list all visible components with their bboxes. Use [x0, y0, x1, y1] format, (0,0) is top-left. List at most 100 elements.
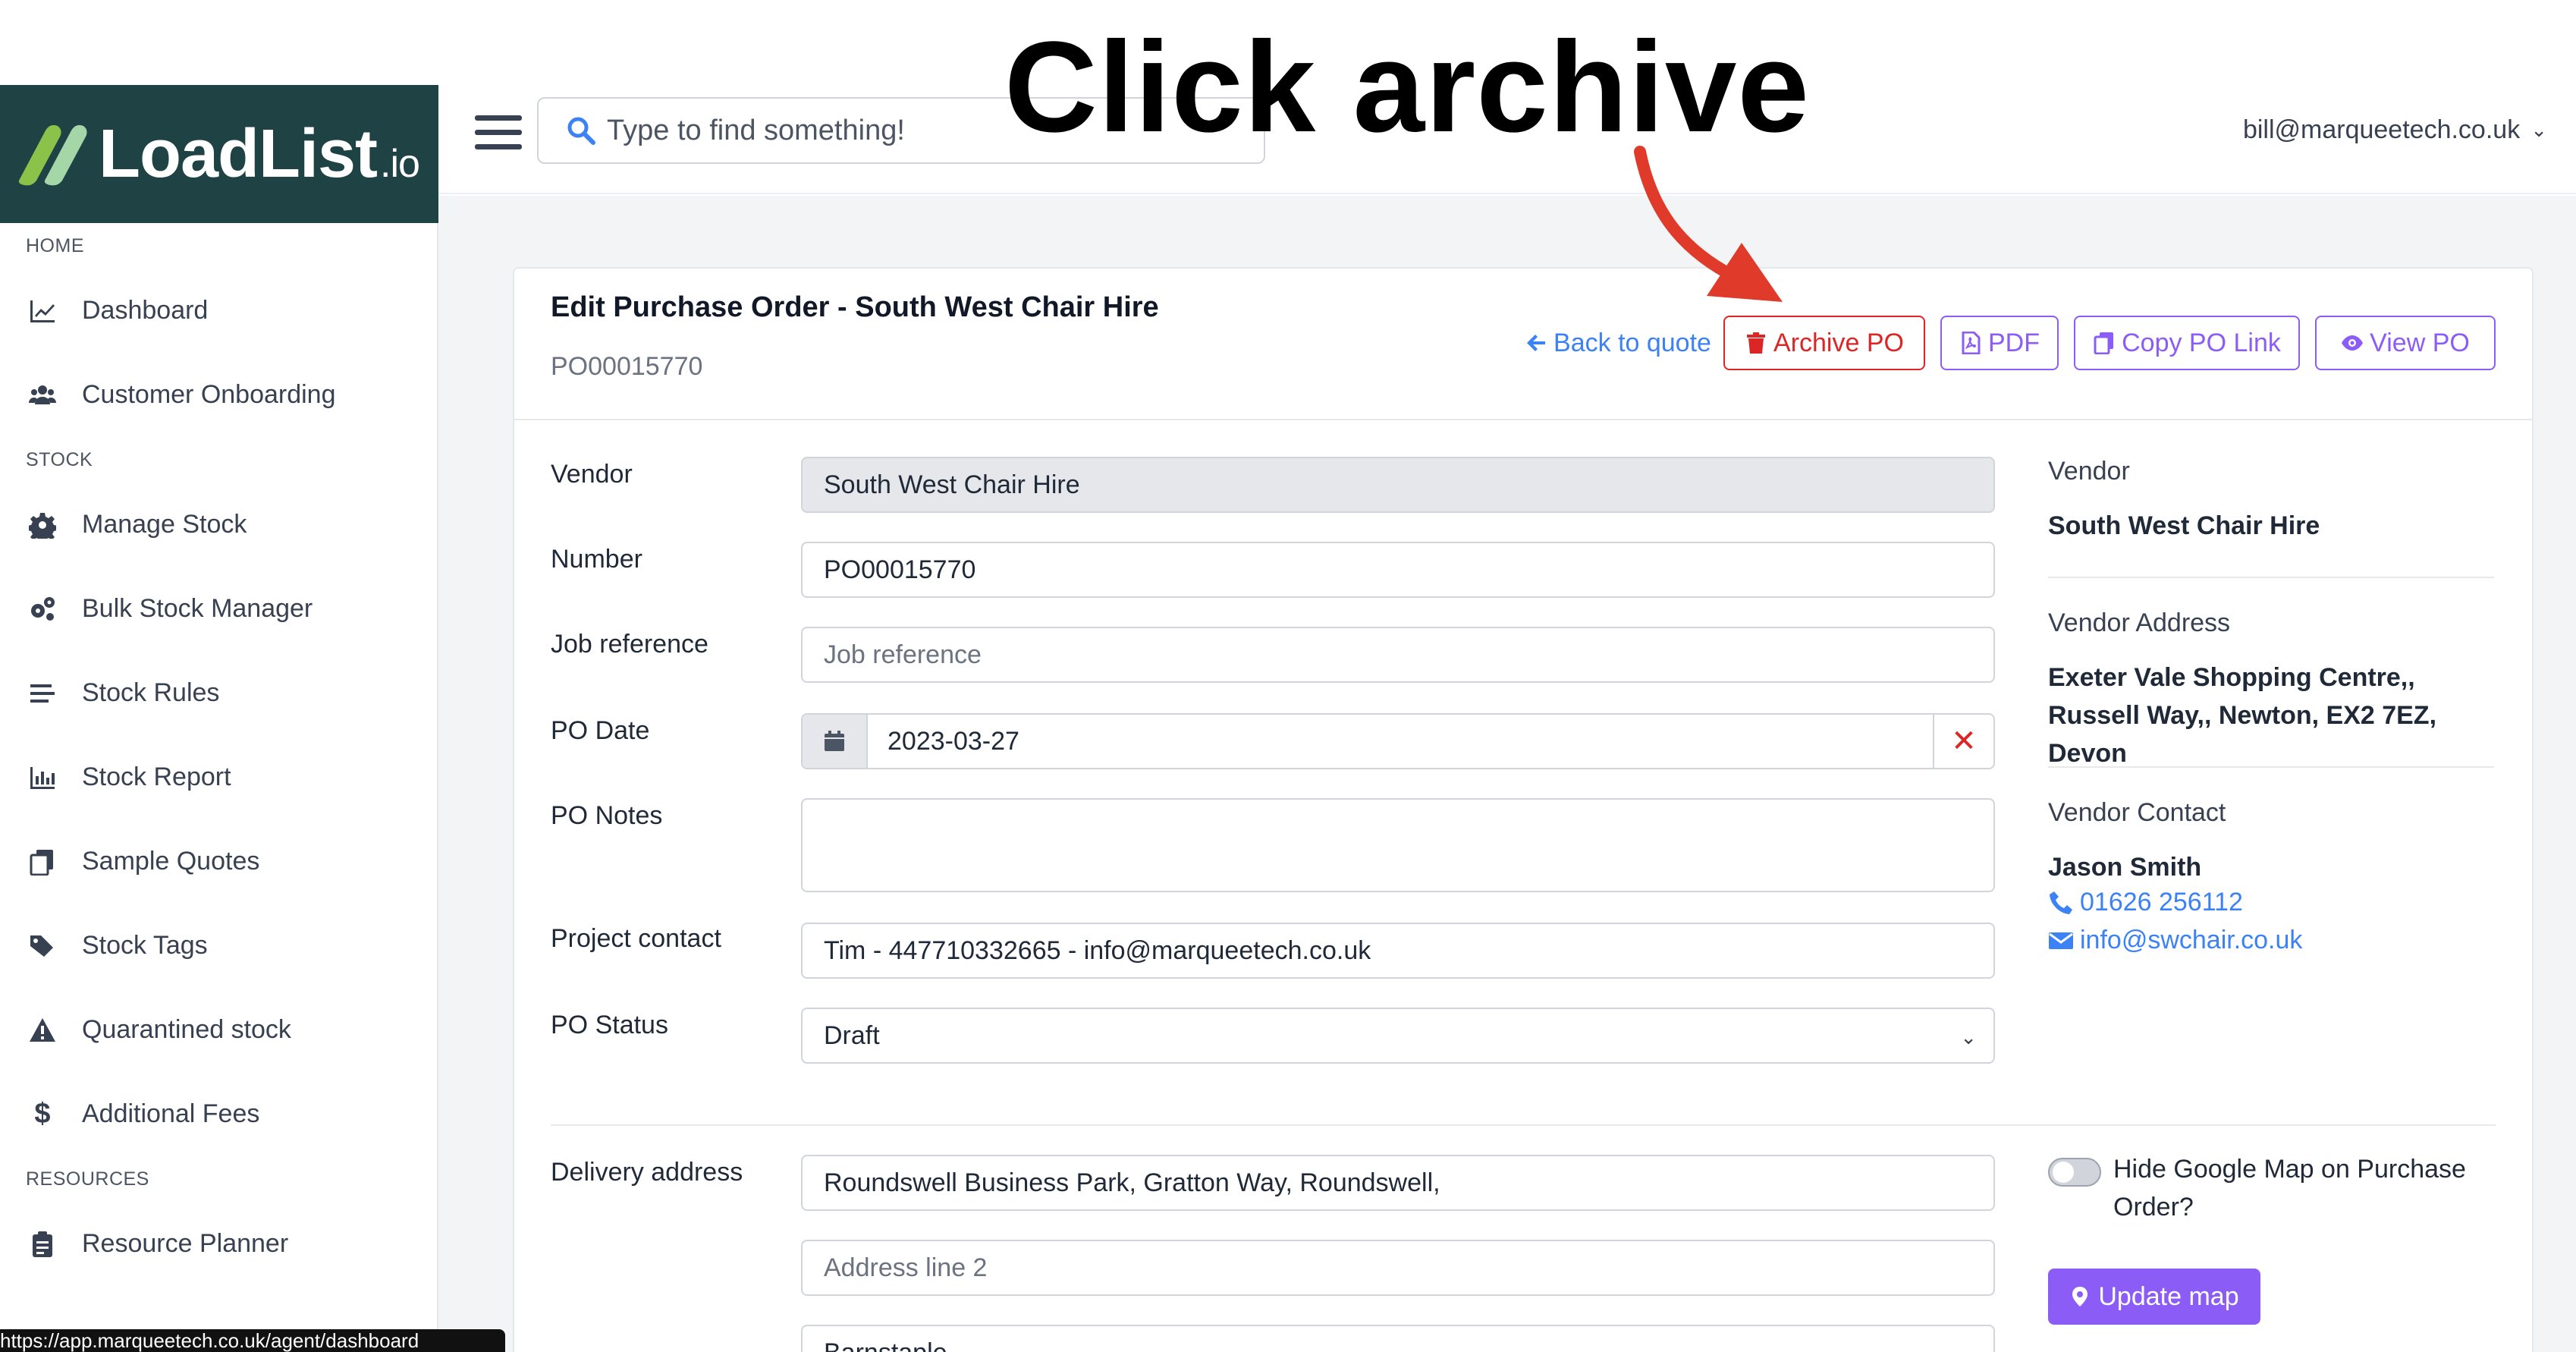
copy-po-link-button[interactable]: Copy PO Link [2074, 316, 2300, 370]
number-field[interactable]: PO00015770 [801, 542, 1995, 598]
project-contact-field[interactable]: Tim - 447710332665 - info@marqueetech.co… [801, 923, 1995, 979]
address-line-1-field[interactable]: Roundswell Business Park, Gratton Way, R… [801, 1155, 1995, 1211]
back-to-quote-button[interactable]: Back to quote [1523, 316, 1713, 370]
copy-icon [26, 845, 59, 879]
archive-po-label: Archive PO [1773, 328, 1904, 357]
sidebar-item-resource-planner[interactable]: Resource Planner [0, 1202, 438, 1286]
sidebar-item-quarantined-stock[interactable]: Quarantined stock [0, 988, 438, 1072]
sidebar-item-label: Additional Fees [82, 1099, 260, 1128]
po-status-value: Draft [824, 1020, 880, 1050]
job-reference-label: Job reference [551, 630, 708, 659]
sidebar-item-manage-stock[interactable]: Manage Stock [0, 483, 438, 567]
vendor-address-label: Vendor Address [2048, 608, 2231, 637]
red-arrow-icon [1634, 146, 1783, 302]
update-map-button[interactable]: Update map [2048, 1269, 2260, 1325]
calendar-icon[interactable] [803, 715, 868, 768]
vendor-email-link[interactable]: info@swchair.co.uk [2048, 926, 2302, 955]
users-icon [26, 379, 59, 412]
search-icon [567, 117, 595, 145]
sidebar-item-label: Sample Quotes [82, 847, 260, 876]
vendor-panel-divider [2048, 577, 2494, 578]
po-status-label: PO Status [551, 1011, 668, 1039]
arrow-left-icon [1527, 335, 1546, 351]
user-menu[interactable]: bill@marqueetech.co.uk ⌄ [2243, 115, 2547, 145]
logo-text: LoadList.io [99, 115, 420, 192]
browser-status-url: https://app.marqueetech.co.uk/agent/dash… [0, 1329, 505, 1352]
chevron-down-icon: ⌄ [2530, 118, 2547, 141]
logo[interactable]: LoadList.io [0, 85, 438, 223]
sidebar-item-customer-onboarding[interactable]: Customer Onboarding [0, 353, 438, 437]
gears-icon [26, 593, 59, 626]
job-reference-field[interactable]: Job reference [801, 627, 1995, 683]
clear-date-icon[interactable]: ✕ [1933, 715, 1993, 768]
delivery-address-label: Delivery address [551, 1158, 743, 1187]
file-pdf-icon [1962, 332, 1981, 354]
hamburger-menu-icon[interactable] [475, 115, 522, 153]
po-date-field[interactable]: 2023-03-27 ✕ [801, 713, 1995, 769]
pdf-label: PDF [1988, 328, 2040, 357]
view-po-button[interactable]: View PO [2315, 316, 2496, 370]
po-notes-field[interactable] [801, 798, 1995, 892]
warning-icon [26, 1014, 59, 1047]
chevron-down-icon: ⌄ [1960, 1026, 1977, 1049]
eye-icon [2342, 335, 2364, 351]
po-date-label: PO Date [551, 716, 650, 745]
sidebar-item-label: Stock Report [82, 762, 231, 791]
sidebar: LoadList.io HOME Dashboard Customer Onbo… [0, 85, 438, 1352]
view-po-label: View PO [2370, 328, 2470, 357]
vendor-contact-label: Vendor Contact [2048, 798, 2226, 827]
vendor-address-value: Exeter Vale Shopping Centre,, Russell Wa… [2048, 663, 2437, 768]
sidebar-item-label: Resource Planner [82, 1229, 289, 1258]
sidebar-item-stock-rules[interactable]: Stock Rules [0, 651, 438, 735]
sidebar-item-label: Customer Onboarding [82, 380, 336, 409]
project-contact-label: Project contact [551, 924, 721, 953]
sidebar-item-stock-report[interactable]: Stock Report [0, 735, 438, 819]
hide-google-map-toggle[interactable] [2048, 1158, 2101, 1187]
city-field[interactable]: Barnstaple [801, 1325, 1995, 1352]
vendor-phone-text: 01626 256112 [2080, 888, 2243, 917]
vendor-email-text: info@swchair.co.uk [2080, 926, 2303, 954]
sidebar-item-label: Dashboard [82, 296, 209, 325]
address-line-2-field[interactable]: Address line 2 [801, 1240, 1995, 1296]
user-email: bill@marqueetech.co.uk [2242, 115, 2521, 144]
archive-po-button[interactable]: Archive PO [1723, 316, 1925, 370]
page-title: Edit Purchase Order - South West Chair H… [551, 291, 1159, 323]
card-header: Edit Purchase Order - South West Chair H… [514, 269, 2532, 420]
vendor-panel-vendor-label: Vendor [2048, 457, 2130, 486]
dollar-icon: $ [34, 1098, 51, 1130]
vendor-panel-divider [2048, 766, 2494, 768]
number-label: Number [551, 545, 642, 574]
pdf-button[interactable]: PDF [1940, 316, 2059, 370]
envelope-icon [2049, 932, 2073, 949]
sidebar-item-label: Manage Stock [82, 510, 247, 539]
sidebar-item-sample-quotes[interactable]: Sample Quotes [0, 819, 438, 904]
copy-icon [2094, 332, 2114, 354]
section-resources: RESOURCES [26, 1168, 149, 1190]
lines-icon [26, 677, 59, 710]
chart-line-icon [26, 294, 59, 328]
sidebar-item-label: Stock Rules [82, 678, 220, 707]
section-divider [551, 1124, 2496, 1126]
sidebar-item-bulk-stock-manager[interactable]: Bulk Stock Manager [0, 567, 438, 651]
sidebar-item-dashboard[interactable]: Dashboard [0, 269, 438, 353]
vendor-label: Vendor [551, 460, 633, 489]
po-date-value: 2023-03-27 [887, 726, 1019, 756]
instruction-banner: Click archive [1004, 15, 1810, 159]
back-to-quote-label: Back to quote [1553, 328, 1711, 357]
sidebar-item-stock-tags[interactable]: Stock Tags [0, 904, 438, 988]
po-status-select[interactable]: Draft ⌄ [801, 1008, 1995, 1064]
bar-chart-icon [26, 761, 59, 794]
vendor-panel-vendor-name: South West Chair Hire [2048, 511, 2320, 540]
tags-icon [26, 929, 59, 963]
sidebar-item-additional-fees[interactable]: $ Additional Fees [0, 1072, 438, 1156]
sidebar-nav: HOME Dashboard Customer Onboarding STOCK… [0, 223, 438, 1286]
sidebar-item-label: Quarantined stock [82, 1015, 291, 1044]
phone-icon [2050, 891, 2072, 914]
section-stock: STOCK [26, 448, 93, 470]
copy-po-link-label: Copy PO Link [2122, 328, 2281, 357]
vendor-phone-link[interactable]: 01626 256112 [2048, 888, 2243, 917]
vendor-contact-name: Jason Smith [2048, 853, 2202, 882]
vendor-field: South West Chair Hire [801, 457, 1995, 513]
section-home: HOME [26, 234, 84, 256]
po-notes-label: PO Notes [551, 801, 663, 830]
